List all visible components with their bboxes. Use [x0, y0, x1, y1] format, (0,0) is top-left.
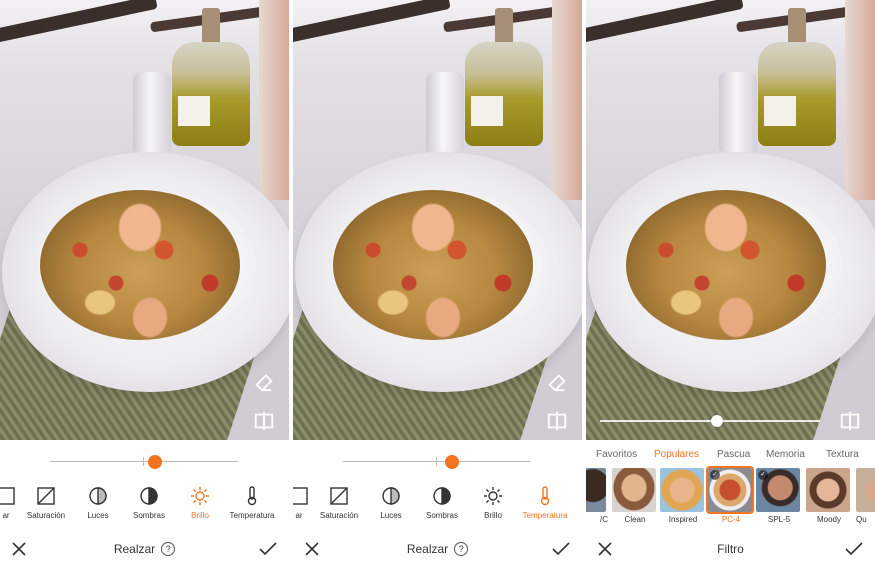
- bottom-bar: Realzar?: [0, 532, 289, 568]
- category-pascua[interactable]: Pascua: [717, 449, 750, 460]
- category-memoria[interactable]: Memoria: [766, 449, 805, 460]
- partial-icon: [293, 487, 308, 505]
- bottom-title: Realzar?: [0, 542, 289, 556]
- tool-brightness[interactable]: Brillo: [170, 486, 230, 520]
- compare-icon[interactable]: [253, 410, 275, 432]
- tool-label: Temperatura: [229, 511, 275, 520]
- saturation-icon: [330, 487, 348, 505]
- tool-row: ar Saturación Luces Sombras Brillo Tempe…: [0, 486, 289, 526]
- tool-label: Saturación: [319, 511, 359, 520]
- filter-thumb[interactable]: Inspired: [660, 468, 706, 524]
- slider-thumb[interactable]: [148, 455, 162, 469]
- editor-panel-temperature: ar Saturación Luces Sombras Brillo Tempe…: [293, 0, 582, 578]
- temperature-icon: [540, 486, 550, 506]
- brightness-icon: [191, 487, 209, 505]
- tool-saturation[interactable]: Saturación: [309, 486, 369, 520]
- editor-panel-brightness: ar Saturación Luces Sombras Brillo Tempe…: [0, 0, 289, 578]
- filter-thumb[interactable]: ✓ SPL-5: [756, 468, 802, 524]
- tool-label: Saturación: [26, 511, 66, 520]
- filter-strength-track[interactable]: [600, 420, 820, 422]
- help-icon[interactable]: ?: [161, 542, 176, 556]
- compare-icon[interactable]: [839, 410, 861, 432]
- food-photo: [0, 0, 289, 440]
- help-icon[interactable]: ?: [454, 542, 469, 556]
- filter-thumb[interactable]: Qu: [856, 468, 875, 524]
- tool-label: Brillo: [484, 511, 502, 520]
- bottom-bar: Filtro: [586, 532, 875, 568]
- filter-thumbnails: /C Clean Inspired ✓ PC-4 ✓ SPL-5 Moody Q…: [586, 466, 875, 528]
- eraser-icon[interactable]: [546, 370, 568, 392]
- brightness-icon: [484, 487, 502, 505]
- highlights-icon: [382, 487, 400, 505]
- partial-icon: [0, 487, 15, 505]
- filter-thumb[interactable]: Moody: [806, 468, 852, 524]
- filter-thumb-selected[interactable]: ✓ PC-4: [706, 466, 754, 524]
- tool-temperature[interactable]: Temperatura: [515, 486, 575, 520]
- editor-panel-filter: Favoritos Populares Pascua Memoria Textu…: [586, 0, 875, 578]
- food-photo: [293, 0, 582, 440]
- tool-row: ar Saturación Luces Sombras Brillo Tempe…: [293, 486, 582, 526]
- bottom-title: Realzar?: [293, 542, 582, 556]
- shadows-icon: [433, 487, 451, 505]
- category-populares[interactable]: Populares: [654, 449, 699, 460]
- tool-temperature[interactable]: Temperatura: [222, 486, 282, 520]
- temperature-icon: [247, 486, 257, 506]
- tool-brightness[interactable]: Brillo: [463, 486, 523, 520]
- tool-label: Temperatura: [522, 511, 568, 520]
- tool-saturation[interactable]: Saturación: [16, 486, 76, 520]
- bottom-title: Filtro: [717, 542, 744, 556]
- eraser-icon[interactable]: [253, 370, 275, 392]
- filter-thumb[interactable]: Clean: [612, 468, 658, 524]
- adjust-slider[interactable]: [343, 455, 531, 469]
- filter-thumb[interactable]: /C: [586, 468, 608, 524]
- saturation-icon: [37, 487, 55, 505]
- adjust-slider[interactable]: [50, 455, 238, 469]
- filter-categories: Favoritos Populares Pascua Memoria Textu…: [586, 449, 875, 463]
- category-textura[interactable]: Textura: [826, 449, 859, 460]
- slider-thumb[interactable]: [445, 455, 459, 469]
- bottom-bar: Realzar?: [293, 532, 582, 568]
- compare-icon[interactable]: [546, 410, 568, 432]
- filter-strength-thumb[interactable]: [711, 415, 723, 427]
- check-icon[interactable]: [552, 542, 570, 556]
- highlights-icon: [89, 487, 107, 505]
- check-icon[interactable]: [259, 542, 277, 556]
- shadows-icon: [140, 487, 158, 505]
- check-icon: ✓: [710, 470, 720, 480]
- check-icon: ✓: [758, 470, 768, 480]
- check-icon[interactable]: [845, 542, 863, 556]
- food-photo: [586, 0, 875, 440]
- tool-label: Brillo: [191, 511, 209, 520]
- category-favoritos[interactable]: Favoritos: [596, 449, 637, 460]
